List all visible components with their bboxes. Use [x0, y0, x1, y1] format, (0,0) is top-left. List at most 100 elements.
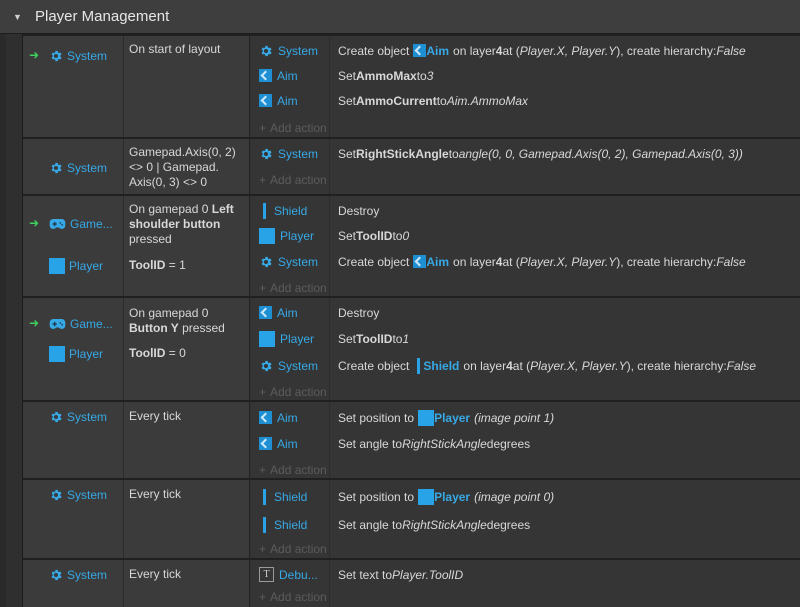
- condition-object[interactable]: System: [49, 48, 121, 64]
- actions-block[interactable]: T Debu... Set text to Player.ToolID + Add ac…: [251, 560, 800, 607]
- add-action-button[interactable]: + Add action: [259, 171, 327, 189]
- event-block[interactable]: System Every tick Aim Set position to Playe…: [23, 400, 800, 478]
- add-action-label: Add action: [270, 385, 327, 399]
- action-row[interactable]: Aim Set angle to RightStickAngle degrees: [251, 431, 800, 456]
- action-row[interactable]: System Create object Aim on layer 4 at (P…: [251, 38, 800, 63]
- event-block[interactable]: System Every tick Shield Set position to Pl…: [23, 478, 800, 558]
- action-object[interactable]: Aim: [259, 63, 329, 88]
- action-object[interactable]: T Debu...: [259, 562, 329, 587]
- action-object[interactable]: Player: [259, 223, 329, 248]
- action-object[interactable]: Aim: [259, 431, 329, 456]
- action-row[interactable]: Shield Set angle to RightStickAngle degre…: [251, 512, 800, 537]
- object-label: Aim: [277, 305, 298, 320]
- actions-block[interactable]: Shield Set position to Player (image point…: [251, 480, 800, 558]
- action-object[interactable]: System: [259, 141, 329, 166]
- action-object[interactable]: Shield: [259, 198, 329, 223]
- conditions-block[interactable]: System Gamepad.Axis(0, 2) <> 0 | Gamepad.…: [23, 139, 250, 194]
- action-row[interactable]: Aim Destroy: [251, 300, 800, 325]
- action-row[interactable]: System Create object Aim on layer 4 at (P…: [251, 249, 800, 274]
- condition-object[interactable]: Game...: [49, 216, 121, 232]
- action-text-part: on layer: [453, 43, 496, 58]
- action-row[interactable]: Player Set ToolID to 0: [251, 223, 800, 248]
- system-gear-icon: [49, 49, 63, 63]
- add-action-button[interactable]: + Add action: [259, 540, 327, 558]
- add-action-button[interactable]: + Add action: [259, 119, 327, 137]
- action-row[interactable]: System Create object Shield on layer 4 at…: [251, 353, 800, 378]
- conditions-block[interactable]: System Every tick: [23, 402, 250, 478]
- action-object[interactable]: Aim: [259, 88, 329, 113]
- action-object[interactable]: Shield: [259, 484, 329, 509]
- condition-object[interactable]: System: [49, 487, 121, 503]
- conditions-block[interactable]: ➜ System On start of layout: [23, 36, 250, 137]
- shield-sprite-icon: [263, 202, 266, 219]
- event-block[interactable]: ➜ Game... On gamepad 0 Left shoulder butto…: [23, 194, 800, 296]
- event-block[interactable]: ➜ System On start of layout System Create ob…: [23, 34, 800, 137]
- conditions-block[interactable]: ➜ Game... On gamepad 0 Left shoulder butto…: [23, 196, 250, 296]
- event-block[interactable]: ➜ Game... On gamepad 0 Button Y pressed Pla…: [23, 296, 800, 400]
- aim-sprite-icon: [259, 411, 272, 424]
- action-text-part: to: [436, 93, 447, 108]
- object-label: Shield: [274, 489, 308, 504]
- collapse-arrow-icon[interactable]: ▼: [13, 12, 25, 22]
- actions-block[interactable]: Aim Set position to Player (image point 1)…: [251, 402, 800, 478]
- action-object[interactable]: System: [259, 38, 329, 63]
- player-sprite-icon: [418, 409, 435, 426]
- shield-sprite-icon: [417, 357, 421, 374]
- add-action-button[interactable]: + Add action: [259, 588, 327, 606]
- actions-block[interactable]: System Create object Aim on layer 4 at (P…: [251, 36, 800, 137]
- action-row[interactable]: Shield Set position to Player (image point…: [251, 484, 800, 509]
- condition-row[interactable]: ➜ Game... On gamepad 0 Left shoulder butto…: [23, 202, 250, 248]
- condition-row[interactable]: System Every tick: [23, 408, 250, 426]
- condition-text: Every tick: [129, 487, 182, 501]
- action-object[interactable]: System: [259, 249, 329, 274]
- add-action-button[interactable]: + Add action: [259, 279, 327, 297]
- add-action-button[interactable]: + Add action: [259, 461, 327, 479]
- action-row[interactable]: System Set RightStickAngle to angle(0, 0,…: [251, 141, 800, 166]
- action-row[interactable]: Aim Set AmmoCurrent to Aim.AmmoMax: [251, 88, 800, 113]
- object-label: System: [278, 254, 319, 269]
- conditions-block[interactable]: ➜ Game... On gamepad 0 Button Y pressed Pla…: [23, 298, 250, 400]
- event-block[interactable]: System Gamepad.Axis(0, 2) <> 0 | Gamepad.…: [23, 137, 800, 194]
- system-gear-icon: [259, 147, 273, 161]
- action-object[interactable]: Shield: [259, 512, 329, 537]
- condition-object[interactable]: Player: [49, 346, 121, 362]
- object-label: System: [278, 358, 319, 373]
- player-sprite-icon: [49, 258, 65, 274]
- aim-sprite-icon: [259, 306, 272, 319]
- action-text-part: (image point 0): [474, 489, 555, 504]
- actions-block[interactable]: System Set RightStickAngle to angle(0, 0,…: [251, 139, 800, 194]
- action-row[interactable]: Aim Set AmmoMax to 3: [251, 63, 800, 88]
- condition-row[interactable]: System Gamepad.Axis(0, 2) <> 0 | Gamepad.…: [23, 145, 250, 190]
- condition-row[interactable]: ➜ System On start of layout: [23, 42, 250, 70]
- action-object[interactable]: System: [259, 353, 329, 378]
- action-object[interactable]: Aim: [259, 405, 329, 430]
- condition-row[interactable]: Player ToolID = 1: [23, 256, 250, 276]
- condition-object[interactable]: Game...: [49, 316, 121, 332]
- actions-block[interactable]: Aim Destroy Player Set ToolID to 1 System Cre…: [251, 298, 800, 400]
- created-object-ref: Aim: [413, 44, 449, 58]
- condition-object[interactable]: System: [49, 160, 121, 176]
- object-label: Player: [280, 228, 315, 243]
- condition-row[interactable]: Player ToolID = 0: [23, 344, 250, 364]
- trigger-arrow-icon: ➜: [29, 316, 40, 330]
- conditions-block[interactable]: System Every tick: [23, 560, 250, 607]
- system-gear-icon: [259, 255, 273, 269]
- action-object[interactable]: Player: [259, 326, 329, 351]
- action-row[interactable]: Aim Set position to Player (image point 1): [251, 405, 800, 430]
- action-text-part: to: [392, 228, 403, 243]
- action-row[interactable]: Player Set ToolID to 1: [251, 326, 800, 351]
- condition-row[interactable]: ➜ Game... On gamepad 0 Button Y pressed: [23, 306, 250, 338]
- conditions-block[interactable]: System Every tick: [23, 480, 250, 558]
- condition-object[interactable]: System: [49, 409, 121, 425]
- condition-row[interactable]: System Every tick: [23, 486, 250, 504]
- action-row[interactable]: T Debu... Set text to Player.ToolID: [251, 562, 800, 587]
- group-header[interactable]: ▼ Player Management: [0, 0, 800, 34]
- condition-row[interactable]: System Every tick: [23, 566, 250, 584]
- add-action-button[interactable]: + Add action: [259, 383, 327, 401]
- condition-object[interactable]: Player: [49, 258, 121, 274]
- condition-object[interactable]: System: [49, 567, 121, 583]
- action-row[interactable]: Shield Destroy: [251, 198, 800, 223]
- event-block[interactable]: System Every tick T Debu... Set text to Play…: [23, 558, 800, 607]
- action-object[interactable]: Aim: [259, 300, 329, 325]
- actions-block[interactable]: Shield Destroy Player Set ToolID to 0 System…: [251, 196, 800, 296]
